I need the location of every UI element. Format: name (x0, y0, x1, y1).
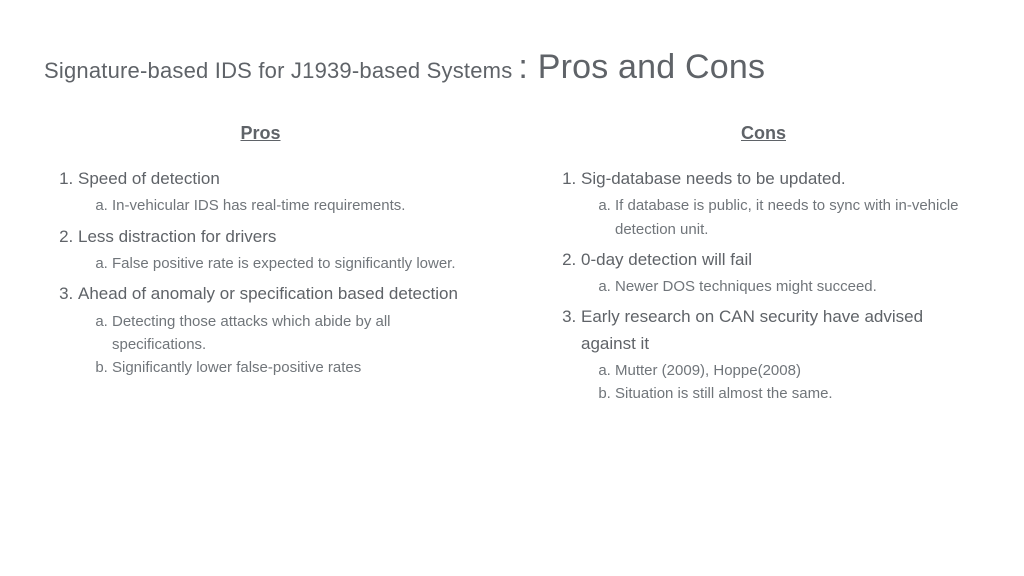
pros-list: Speed of detection In-vehicular IDS has … (44, 166, 477, 379)
list-item: Less distraction for drivers False posit… (78, 224, 477, 276)
list-item-text: Sig-database needs to be updated. (581, 169, 846, 188)
list-item-text: Less distraction for drivers (78, 227, 276, 246)
list-item: Sig-database needs to be updated. If dat… (581, 166, 980, 241)
title-prefix: Signature-based IDS for J1939-based Syst… (44, 58, 512, 84)
list-item-text: Speed of detection (78, 169, 220, 188)
sub-item: Significantly lower false-positive rates (112, 356, 477, 379)
pros-column: Pros Speed of detection In-vehicular IDS… (44, 123, 477, 412)
sub-list: Detecting those attacks which abide by a… (78, 310, 477, 380)
list-item: Ahead of anomaly or specification based … (78, 281, 477, 379)
slide: Signature-based IDS for J1939-based Syst… (0, 0, 1024, 412)
sub-list: In-vehicular IDS has real-time requireme… (78, 194, 477, 217)
sub-item: Detecting those attacks which abide by a… (112, 310, 477, 357)
list-item: Early research on CAN security have advi… (581, 304, 980, 405)
list-item: Speed of detection In-vehicular IDS has … (78, 166, 477, 218)
title-row: Signature-based IDS for J1939-based Syst… (44, 48, 980, 87)
sub-item: False positive rate is expected to signi… (112, 252, 477, 275)
sub-item: If database is public, it needs to sync … (615, 194, 980, 241)
sub-item: Situation is still almost the same. (615, 382, 980, 405)
list-item-text: Ahead of anomaly or specification based … (78, 284, 458, 303)
sub-list: Newer DOS techniques might succeed. (581, 275, 980, 298)
pros-header: Pros (44, 123, 477, 144)
cons-list: Sig-database needs to be updated. If dat… (547, 166, 980, 406)
list-item-text: Early research on CAN security have advi… (581, 307, 923, 352)
sub-item: Mutter (2009), Hoppe(2008) (615, 359, 980, 382)
sub-item: In-vehicular IDS has real-time requireme… (112, 194, 477, 217)
sub-list: False positive rate is expected to signi… (78, 252, 477, 275)
sub-list: If database is public, it needs to sync … (581, 194, 980, 241)
list-item-text: 0-day detection will fail (581, 250, 752, 269)
sub-list: Mutter (2009), Hoppe(2008) Situation is … (581, 359, 980, 406)
list-item: 0-day detection will fail Newer DOS tech… (581, 247, 980, 299)
title-main: : Pros and Cons (518, 48, 765, 87)
columns-wrap: Pros Speed of detection In-vehicular IDS… (44, 123, 980, 412)
sub-item: Newer DOS techniques might succeed. (615, 275, 980, 298)
cons-header: Cons (547, 123, 980, 144)
cons-column: Cons Sig-database needs to be updated. I… (547, 123, 980, 412)
